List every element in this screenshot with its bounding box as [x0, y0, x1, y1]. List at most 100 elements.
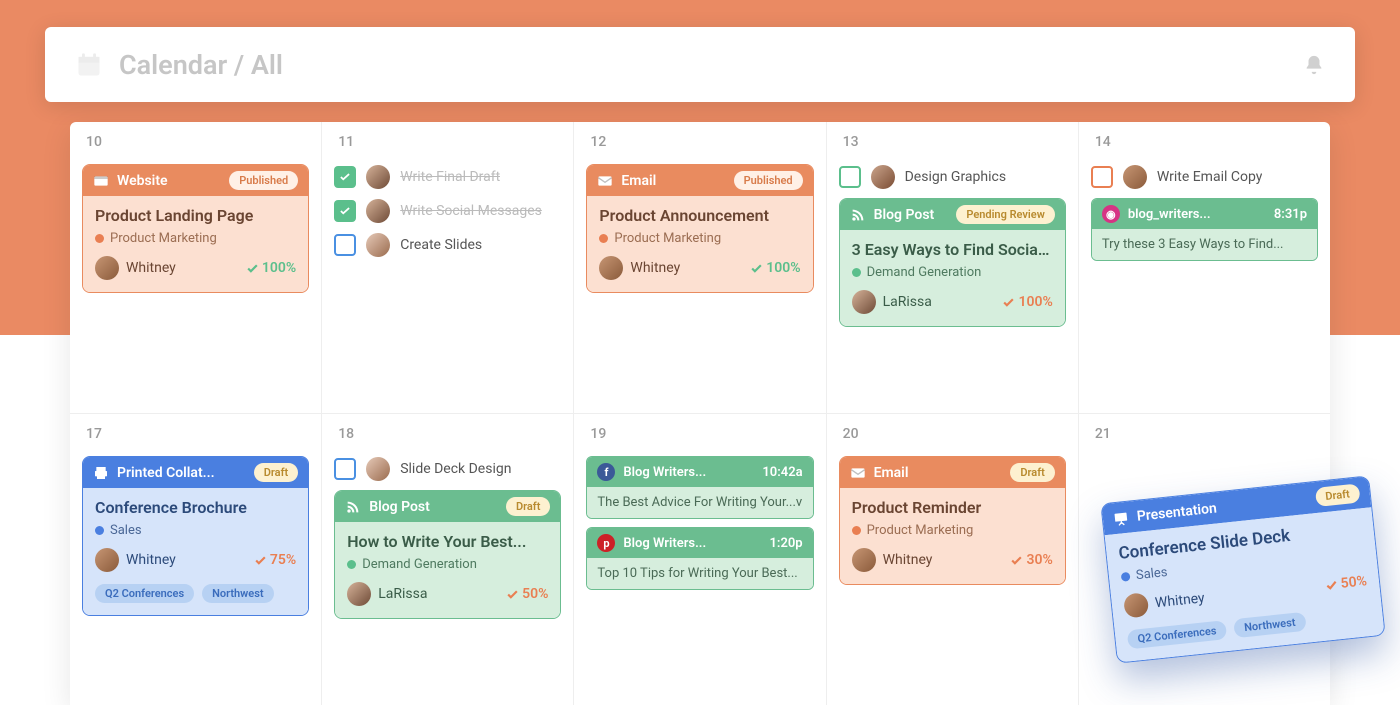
progress-percent: 100%: [246, 260, 296, 276]
category-dot: [347, 560, 356, 569]
task-label: Write Email Copy: [1157, 169, 1263, 185]
card-title: Product Announcement: [599, 206, 800, 225]
social-time: 10:42a: [762, 465, 802, 480]
task-label: Write Social Messages: [400, 203, 542, 219]
calendar-cell[interactable]: 11 Write Final Draft Write Social Messag…: [321, 122, 573, 413]
social-text: The Best Advice For Writing Your...v: [587, 487, 812, 518]
category-dot: [95, 526, 104, 535]
content-card[interactable]: Email Draft Product Reminder Product Mar…: [839, 456, 1066, 585]
owner: Whitney: [852, 548, 933, 572]
calendar-cell[interactable]: 18 Slide Deck Design Blog Post Draft How…: [321, 414, 573, 705]
task-label: Slide Deck Design: [400, 461, 511, 477]
rss-icon: [850, 207, 866, 223]
calendar-icon: [75, 51, 103, 79]
checkbox[interactable]: [334, 200, 356, 222]
calendar-cell[interactable]: 10 Website Published Product Landing Pag…: [70, 122, 321, 413]
task-label: Create Slides: [400, 237, 482, 253]
calendar-cell[interactable]: 13 Design Graphics Blog Post Pending Rev…: [826, 122, 1078, 413]
status-badge: Draft: [506, 497, 550, 516]
card-type: Email: [874, 465, 1003, 481]
email-icon: [850, 465, 866, 481]
social-time: 1:20p: [769, 536, 802, 551]
card-category: Sales: [95, 523, 296, 538]
task-row[interactable]: Create Slides: [334, 232, 561, 258]
progress-percent: 30%: [1010, 552, 1052, 568]
tag[interactable]: Northwest: [202, 584, 273, 603]
status-badge: Draft: [1314, 483, 1360, 507]
tag[interactable]: Q2 Conferences: [95, 584, 194, 603]
owner: LaRissa: [347, 582, 427, 606]
avatar: [347, 582, 371, 606]
progress-percent: 75%: [254, 552, 296, 568]
print-icon: [93, 465, 109, 481]
status-badge: Draft: [254, 463, 298, 482]
avatar: [366, 165, 390, 189]
content-card[interactable]: Email Published Product Announcement Pro…: [586, 164, 813, 293]
social-text: Top 10 Tips for Writing Your Best...: [587, 558, 812, 589]
category-dot: [852, 526, 861, 535]
card-type: Email: [621, 173, 725, 189]
avatar: [852, 548, 876, 572]
avatar: [599, 256, 623, 280]
progress-percent: 100%: [1002, 294, 1052, 310]
calendar-cell[interactable]: 17 Printed Collat... Draft Conference Br…: [70, 414, 321, 705]
bell-icon[interactable]: [1303, 54, 1325, 76]
calendar-cell[interactable]: 12 Email Published Product Announcement …: [573, 122, 825, 413]
social-post-card[interactable]: ◉ blog_writers... 8:31p Try these 3 Easy…: [1091, 198, 1318, 261]
progress-percent: 100%: [750, 260, 800, 276]
status-badge: Published: [734, 171, 803, 190]
tags: Q2 Conferences Northwest: [95, 584, 296, 603]
task-label: Design Graphics: [905, 169, 1006, 185]
calendar-cell[interactable]: 20 Email Draft Product Reminder Product …: [826, 414, 1078, 705]
page-title[interactable]: Calendar / All: [119, 49, 1303, 81]
task-row[interactable]: Design Graphics: [839, 164, 1066, 190]
checkbox[interactable]: [334, 234, 356, 256]
tag[interactable]: Q2 Conferences: [1127, 620, 1228, 649]
category-dot: [852, 268, 861, 277]
day-number: 14: [1095, 134, 1318, 150]
avatar: [1123, 592, 1149, 618]
content-card[interactable]: Website Published Product Landing Page P…: [82, 164, 309, 293]
calendar-cell[interactable]: 14 Write Email Copy ◉ blog_writers... 8:…: [1078, 122, 1330, 413]
task-label: Write Final Draft: [400, 169, 500, 185]
card-category: Product Marketing: [852, 523, 1053, 538]
social-post-card[interactable]: f Blog Writers... 10:42a The Best Advice…: [586, 456, 813, 519]
calendar-cell[interactable]: 19 f Blog Writers... 10:42a The Best Adv…: [573, 414, 825, 705]
checkbox[interactable]: [334, 166, 356, 188]
avatar: [95, 256, 119, 280]
checkbox[interactable]: [1091, 166, 1113, 188]
presentation-icon: [1112, 509, 1130, 527]
card-title: 3 Easy Ways to Find Social...: [852, 240, 1053, 259]
card-category: Demand Generation: [347, 557, 548, 572]
status-badge: Pending Review: [956, 205, 1054, 224]
card-category: Product Marketing: [95, 231, 296, 246]
task-row[interactable]: Slide Deck Design: [334, 456, 561, 482]
owner: Whitney: [95, 256, 176, 280]
day-number: 10: [86, 134, 309, 150]
content-card[interactable]: Blog Post Draft How to Write Your Best..…: [334, 490, 561, 619]
task-row[interactable]: Write Email Copy: [1091, 164, 1318, 190]
tag[interactable]: Northwest: [1233, 612, 1306, 638]
status-badge: Published: [229, 171, 298, 190]
website-icon: [93, 173, 109, 189]
progress-percent: 50%: [1324, 573, 1368, 593]
checkbox[interactable]: [839, 166, 861, 188]
content-card[interactable]: Blog Post Pending Review 3 Easy Ways to …: [839, 198, 1066, 327]
card-title: Product Landing Page: [95, 206, 296, 225]
checkbox[interactable]: [334, 458, 356, 480]
owner: Whitney: [1123, 586, 1206, 618]
avatar: [871, 165, 895, 189]
avatar: [95, 548, 119, 572]
day-number: 18: [338, 426, 561, 442]
card-type: Blog Post: [369, 499, 498, 515]
social-text: Try these 3 Easy Ways to Find...: [1092, 229, 1317, 260]
task-row[interactable]: Write Social Messages: [334, 198, 561, 224]
social-post-card[interactable]: p Blog Writers... 1:20p Top 10 Tips for …: [586, 527, 813, 590]
dragging-card[interactable]: Presentation Draft Conference Slide Deck…: [1100, 475, 1385, 663]
day-number: 21: [1095, 426, 1318, 442]
content-card[interactable]: Printed Collat... Draft Conference Broch…: [82, 456, 309, 616]
task-row[interactable]: Write Final Draft: [334, 164, 561, 190]
facebook-icon: f: [597, 463, 615, 481]
card-category: Product Marketing: [599, 231, 800, 246]
card-type: Blog Post: [874, 207, 949, 223]
